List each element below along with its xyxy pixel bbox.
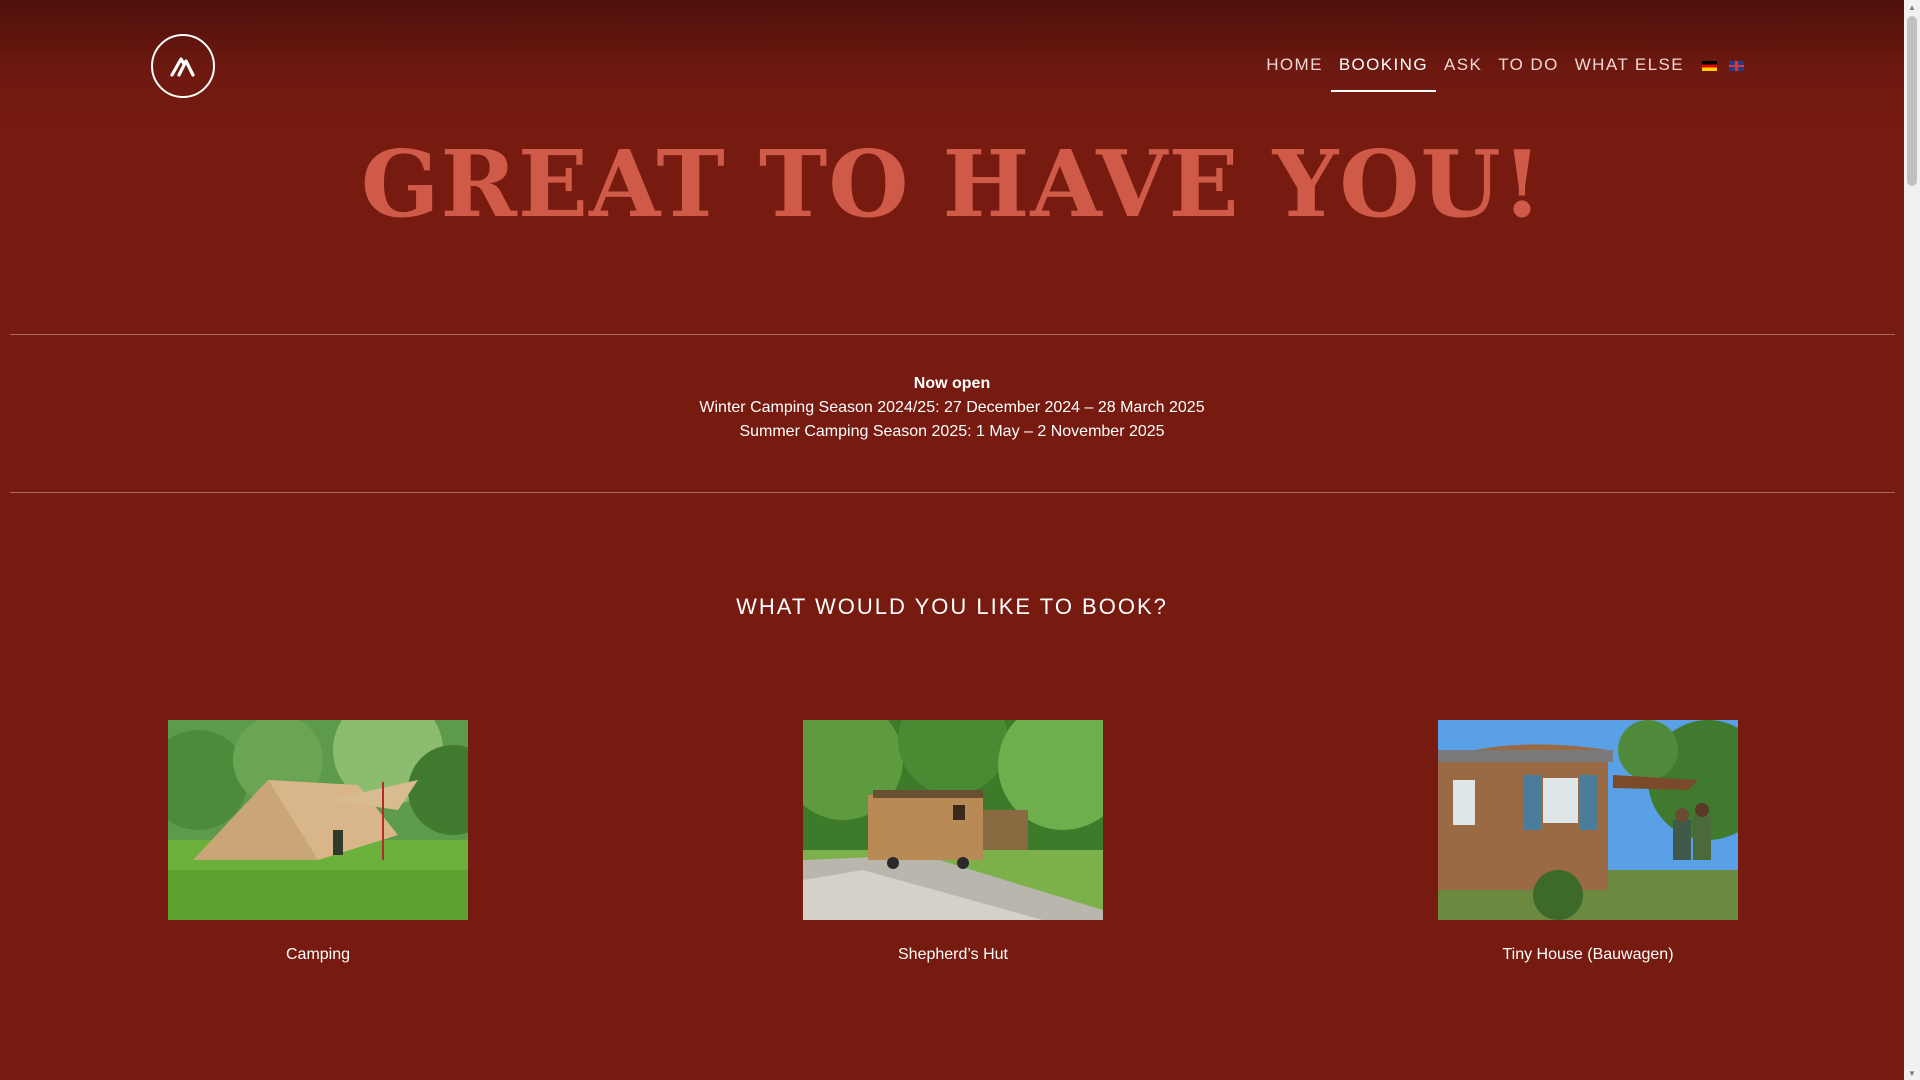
tiny-house-photo	[1438, 720, 1738, 920]
page: HOME BOOKING ASK TO DO WHAT ELSE GREAT T…	[0, 0, 1904, 1080]
nav-what-else[interactable]: WHAT ELSE	[1567, 50, 1692, 82]
booking-option-tiny-house[interactable]: Tiny House (Bauwagen)	[1438, 720, 1738, 964]
shepherds-hut-photo	[803, 720, 1103, 920]
site-logo[interactable]	[151, 34, 215, 98]
shepherds-hut-label[interactable]: Shepherd’s Hut	[803, 946, 1103, 964]
winter-season-text: Winter Camping Season 2024/25: 27 Decemb…	[699, 399, 1205, 416]
booking-heading: WHAT WOULD YOU LIKE TO BOOK?	[736, 594, 1168, 619]
camping-photo	[168, 720, 468, 920]
season-info: Now open Winter Camping Season 2024/25: …	[0, 372, 1904, 444]
shepherds-hut-image[interactable]	[803, 720, 1103, 920]
page-scrollbar[interactable]: ▲ ▼	[1904, 0, 1920, 1080]
nav-booking[interactable]: BOOKING	[1330, 50, 1437, 92]
nav-home[interactable]: HOME	[1258, 50, 1331, 82]
camping-label[interactable]: Camping	[168, 946, 468, 964]
nav-to-do[interactable]: TO DO	[1490, 50, 1567, 82]
booking-option-camping[interactable]: Camping	[168, 720, 468, 964]
mountain-logo-icon	[170, 57, 195, 77]
tiny-house-label[interactable]: Tiny House (Bauwagen)	[1438, 946, 1738, 964]
booking-option-shepherds-hut[interactable]: Shepherd’s Hut	[803, 720, 1103, 964]
english-flag-icon[interactable]	[1729, 61, 1744, 71]
summer-season-text: Summer Camping Season 2025: 1 May – 2 No…	[739, 423, 1165, 440]
nav-ask[interactable]: ASK	[1436, 50, 1490, 82]
tiny-house-image[interactable]	[1438, 720, 1738, 920]
german-flag-icon[interactable]	[1702, 61, 1717, 71]
scroll-down-arrow-icon[interactable]: ▼	[1904, 1066, 1920, 1080]
divider-bottom	[10, 492, 1895, 493]
scrollbar-thumb[interactable]	[1907, 16, 1917, 186]
divider-top	[10, 334, 1895, 335]
camping-image[interactable]	[168, 720, 468, 920]
scroll-up-arrow-icon[interactable]: ▲	[1904, 0, 1920, 14]
season-heading: Now open	[913, 375, 991, 392]
main-nav: HOME BOOKING ASK TO DO WHAT ELSE	[1258, 50, 1746, 92]
page-title: GREAT TO HAVE YOU!	[360, 130, 1544, 238]
